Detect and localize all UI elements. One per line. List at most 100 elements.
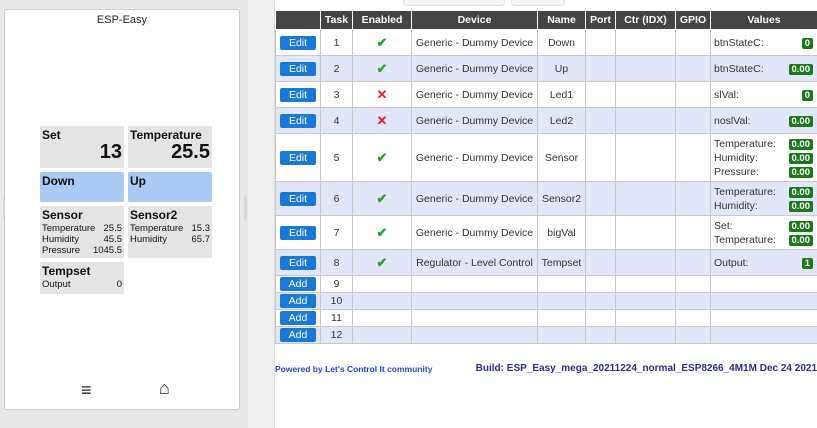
name-cell: [537, 292, 586, 310]
value-label: Pressure:: [714, 165, 759, 178]
tab-pill[interactable]: [403, 0, 505, 6]
action-cell: Edit: [275, 107, 321, 134]
header-task: Task: [320, 10, 353, 30]
table-row: Edit 5 ✔ Generic - Dummy Device Sensor Temper…: [275, 133, 817, 182]
task-cell: 5: [320, 133, 353, 182]
tile-sensor: Sensor Temperature 25.5 Humidity 45.5 Pr…: [40, 206, 124, 258]
device-cell: Generic - Dummy Device: [411, 215, 538, 250]
gpio-cell: [675, 181, 711, 216]
action-cell: Edit: [275, 215, 321, 250]
action-cell: Add: [275, 275, 321, 293]
name-cell: Down: [537, 29, 586, 56]
header-device: Device: [411, 10, 538, 30]
name-cell: [537, 275, 586, 293]
tab-pill[interactable]: [511, 0, 565, 6]
row-key: Humidity: [42, 234, 79, 245]
table-row: Edit 8 ✔ Regulator - Level Control Tempset Ou…: [275, 249, 817, 276]
row-key: Humidity: [130, 234, 167, 245]
name-cell: Led2: [537, 107, 586, 134]
enabled-cell: ✔: [352, 29, 412, 56]
cross-icon: ✕: [376, 112, 388, 128]
table-row: Edit 4 ✕ Generic - Dummy Device Led2 noslVal:…: [275, 107, 817, 134]
edit-button[interactable]: Edit: [280, 113, 316, 128]
value-badge: 0.00: [788, 115, 813, 127]
table-row: Add 11: [275, 309, 817, 327]
name-cell: [537, 309, 586, 327]
panel-divider[interactable]: [248, 0, 275, 428]
header-cell: [275, 10, 321, 30]
value-label: Output:: [714, 256, 749, 269]
add-button[interactable]: Add: [280, 277, 316, 291]
value-label: Temperature:: [714, 185, 776, 198]
enabled-cell: ✔: [352, 133, 412, 182]
tile-sensor-row: Humidity 45.5: [42, 234, 122, 245]
ctr-idx-cell: [615, 29, 676, 56]
tile-set-name: Set: [42, 128, 61, 142]
port-cell: [585, 107, 616, 134]
enabled-cell: ✔: [352, 249, 412, 276]
row-value: 15.3: [191, 223, 211, 234]
task-cell: 6: [320, 181, 353, 216]
home-icon[interactable]: ⌂: [159, 378, 170, 399]
value-label: slVal:: [714, 88, 739, 101]
edit-button[interactable]: Edit: [280, 35, 316, 50]
value-line: noslVal: 0.00: [713, 114, 815, 128]
header-port: Port: [585, 10, 616, 30]
gpio-cell: [675, 107, 711, 134]
add-button[interactable]: Add: [280, 311, 316, 325]
up-button[interactable]: Up: [128, 172, 212, 202]
tile-tempset-row: Output 0: [42, 279, 122, 290]
down-button-label: Down: [42, 174, 75, 188]
ctr-idx-cell: [615, 292, 676, 310]
value-label: btnStateC:: [714, 62, 764, 75]
up-button-label: Up: [130, 174, 146, 188]
tile-sensor2-row: Humidity 65.7: [130, 234, 210, 245]
phone-screen: ESP-Easy Set 13 Temperature 25.5 Down Up…: [4, 9, 240, 410]
values-cell: btnStateC: 0: [710, 29, 817, 56]
port-cell: [585, 249, 616, 276]
values-cell: Set: 0.00 Temperature: 0.00: [710, 215, 817, 250]
add-button[interactable]: Add: [280, 294, 316, 308]
action-cell: Edit: [275, 29, 321, 56]
tile-tempset-name: Tempset: [42, 264, 91, 278]
port-cell: [585, 326, 616, 344]
resize-grip-right[interactable]: [244, 195, 247, 221]
edit-button[interactable]: Edit: [280, 150, 316, 165]
task-cell: 10: [320, 292, 353, 310]
edit-button[interactable]: Edit: [280, 225, 316, 240]
edit-button[interactable]: Edit: [280, 255, 316, 270]
tile-tempset: Tempset Output 0: [40, 262, 124, 294]
values-cell: noslVal: 0.00: [710, 107, 817, 134]
action-cell: Edit: [275, 55, 321, 82]
ctr-idx-cell: [615, 81, 676, 108]
check-icon: ✔: [376, 190, 388, 206]
table-row: Edit 1 ✔ Generic - Dummy Device Down btnState…: [275, 29, 817, 56]
table-row: Edit 3 ✕ Generic - Dummy Device Led1 slVal: 0: [275, 81, 817, 108]
value-badge: 0.00: [788, 234, 813, 246]
phone-title: ESP-Easy: [96, 14, 148, 26]
value-badge: 0.00: [788, 200, 813, 212]
header-ctr-idx: Ctr (IDX): [615, 10, 676, 30]
add-button[interactable]: Add: [280, 328, 316, 342]
tile-temperature: Temperature 25.5: [128, 126, 212, 168]
task-cell: 9: [320, 275, 353, 293]
value-line: Humidity: 0.00: [713, 199, 815, 213]
ctr-idx-cell: [615, 215, 676, 250]
gpio-cell: [675, 215, 711, 250]
row-value: 65.7: [191, 234, 211, 245]
gpio-cell: [675, 29, 711, 56]
value-badge: 1: [801, 257, 813, 269]
menu-icon[interactable]: ≡: [81, 380, 92, 401]
edit-button[interactable]: Edit: [280, 191, 316, 206]
edit-button[interactable]: Edit: [280, 87, 316, 102]
edit-button[interactable]: Edit: [280, 61, 316, 76]
down-button[interactable]: Down: [40, 172, 124, 202]
values-cell: [710, 326, 817, 344]
build-info: Build: ESP_Easy_mega_20211224_normal_ESP…: [475, 363, 817, 374]
ctr-idx-cell: [615, 107, 676, 134]
port-cell: [585, 181, 616, 216]
values-cell: Output: 1: [710, 249, 817, 276]
community-link[interactable]: Let's Control It: [325, 364, 385, 374]
gpio-cell: [675, 326, 711, 344]
task-cell: 12: [320, 326, 353, 344]
